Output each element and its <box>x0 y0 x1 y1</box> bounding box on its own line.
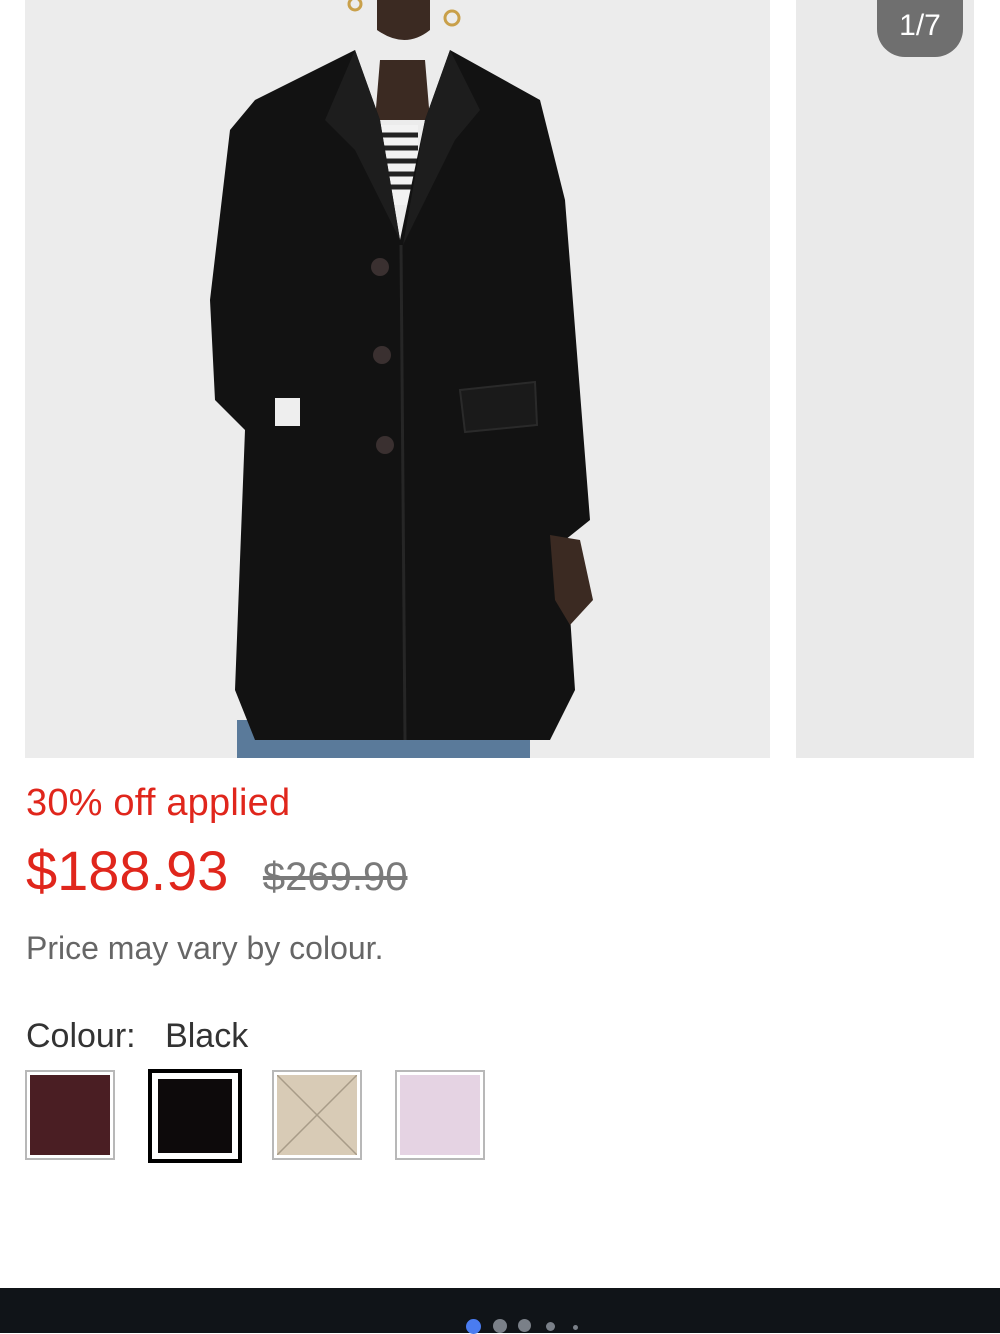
swatch-burgundy[interactable] <box>25 1070 115 1160</box>
unavailable-cross-icon <box>276 1074 358 1156</box>
main-product-image[interactable] <box>25 0 770 758</box>
sale-price: $188.93 <box>26 839 229 902</box>
swatch-black-fill <box>158 1079 232 1153</box>
original-price: $269.90 <box>262 855 408 899</box>
page-dot[interactable] <box>573 1325 578 1330</box>
swatch-camel-fill <box>276 1074 358 1156</box>
page-dot[interactable] <box>518 1319 531 1332</box>
colour-label-text: Colour: <box>26 1017 136 1055</box>
swatch-lilac-fill <box>400 1075 480 1155</box>
swatch-camel[interactable] <box>272 1070 362 1160</box>
swatch-lilac[interactable] <box>395 1070 485 1160</box>
page-dot-active[interactable] <box>466 1319 481 1334</box>
next-product-image[interactable] <box>796 0 974 758</box>
page-dot[interactable] <box>546 1322 555 1331</box>
image-counter: 1/7 <box>877 0 963 57</box>
selected-colour-name: Black <box>165 1017 249 1055</box>
colour-selector-label: Colour: Black <box>26 1017 248 1056</box>
swatch-black[interactable] <box>148 1069 242 1163</box>
discount-label: 30% off applied <box>26 782 291 824</box>
image-gallery[interactable]: 1/7 <box>0 0 1000 758</box>
page-dot[interactable] <box>493 1319 507 1333</box>
price-note: Price may vary by colour. <box>26 930 384 966</box>
swatch-burgundy-fill <box>30 1075 110 1155</box>
coat-model-illustration <box>25 0 770 758</box>
price-row: $188.93 $269.90 <box>26 838 407 908</box>
